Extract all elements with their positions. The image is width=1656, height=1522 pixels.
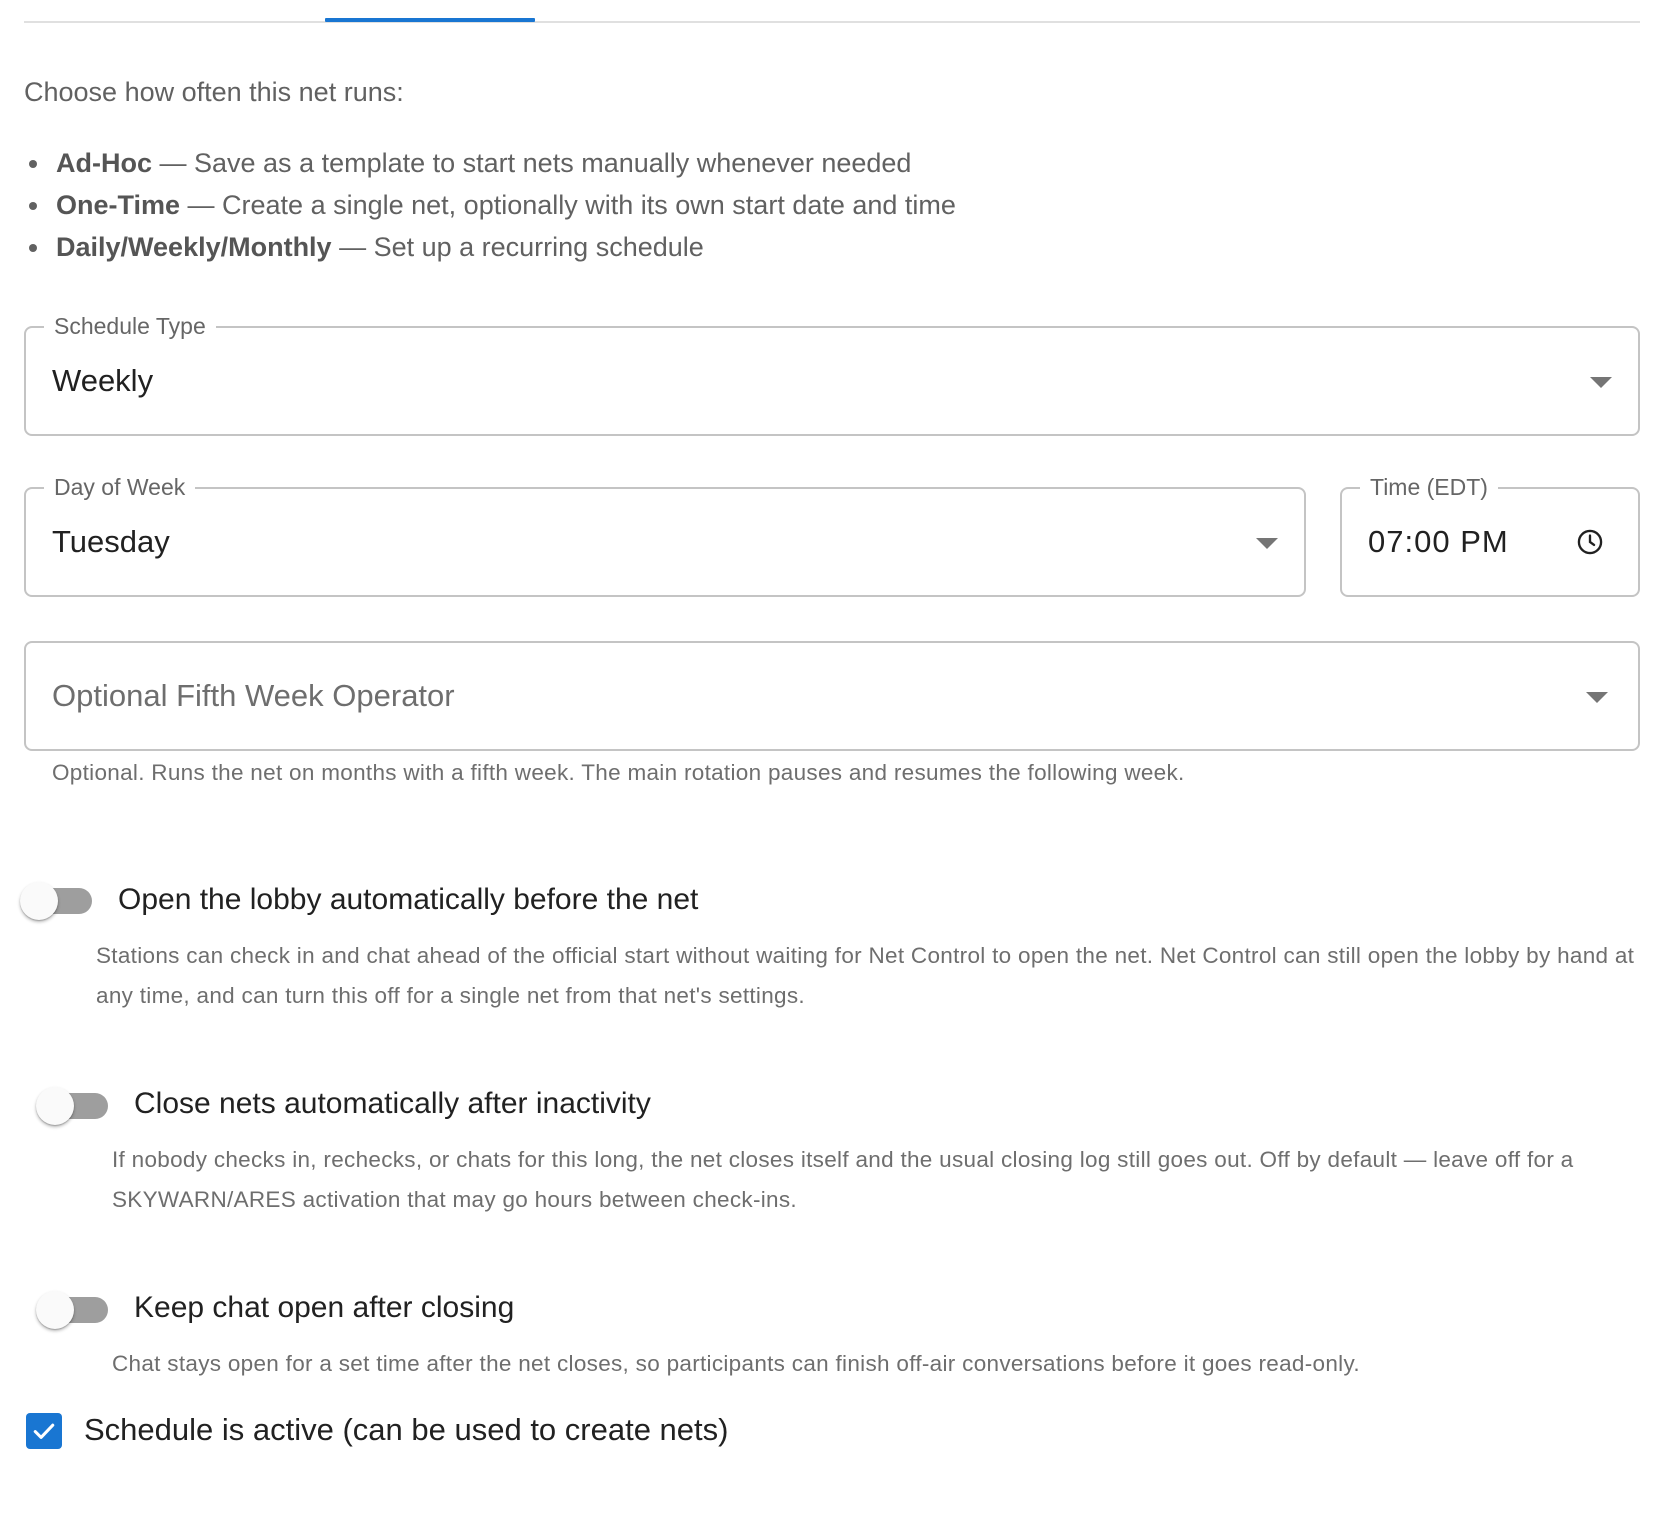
switch-thumb[interactable] (36, 1087, 74, 1125)
clock-icon[interactable] (1576, 528, 1604, 556)
auto-open-lobby-label: Open the lobby automatically before the … (118, 883, 699, 916)
fifth-week-operator-select[interactable]: Optional Fifth Week Operator (24, 641, 1640, 751)
day-of-week-select[interactable]: Day of Week Tuesday (24, 472, 1306, 597)
auto-open-lobby-switch[interactable] (20, 878, 96, 922)
option-name: Daily/Weekly/Monthly (56, 232, 332, 262)
option-description: — Save as a template to start nets manua… (152, 148, 912, 178)
schedule-type-value: Weekly (52, 363, 154, 398)
chevron-down-icon[interactable] (1586, 692, 1608, 703)
option-description: — Set up a recurring schedule (331, 232, 704, 262)
schedule-type-label: Schedule Type (44, 311, 216, 341)
tab-bar-divider (24, 21, 1640, 23)
auto-close-inactivity-switch[interactable] (36, 1083, 112, 1127)
switch-thumb[interactable] (20, 882, 58, 920)
option-description: — Create a single net, optionally with i… (180, 190, 956, 220)
time-value: 07:00 PM (1368, 524, 1509, 559)
schedule-active-checkbox[interactable] (26, 1413, 62, 1449)
option-name: Ad-Hoc (56, 148, 152, 178)
switch-thumb[interactable] (36, 1291, 74, 1329)
active-tab-indicator (325, 18, 535, 22)
auto-close-inactivity-description: If nobody checks in, rechecks, or chats … (112, 1147, 1574, 1212)
time-input[interactable]: Time (EDT) 07:00 PM (1340, 472, 1640, 597)
schedule-form: Choose how often this net runs: Ad-Hoc —… (0, 0, 1656, 1522)
schedule-options-list: Ad-Hoc — Save as a template to start net… (24, 142, 956, 268)
keep-chat-open-switch[interactable] (36, 1287, 112, 1331)
auto-close-inactivity-label: Close nets automatically after inactivit… (134, 1087, 651, 1120)
auto-open-lobby-description: Stations can check in and chat ahead of … (96, 943, 1635, 1008)
time-label: Time (EDT) (1360, 472, 1498, 502)
day-of-week-value: Tuesday (52, 524, 170, 559)
option-name: One-Time (56, 190, 181, 220)
chevron-down-icon[interactable] (1590, 377, 1612, 388)
list-item: One-Time — Create a single net, optional… (24, 184, 956, 226)
schedule-active-label: Schedule is active (can be used to creat… (84, 1412, 729, 1447)
intro-text: Choose how often this net runs: (24, 77, 404, 107)
schedule-type-select[interactable]: Schedule Type Weekly (24, 311, 1640, 436)
check-icon (33, 1423, 55, 1439)
keep-chat-open-label: Keep chat open after closing (134, 1291, 515, 1324)
fifth-week-operator-placeholder: Optional Fifth Week Operator (52, 678, 455, 713)
chevron-down-icon[interactable] (1256, 538, 1278, 549)
keep-chat-open-description: Chat stays open for a set time after the… (112, 1351, 1360, 1376)
list-item: Daily/Weekly/Monthly — Set up a recurrin… (24, 226, 956, 268)
fifth-week-helper-text: Optional. Runs the net on months with a … (52, 760, 1185, 785)
list-item: Ad-Hoc — Save as a template to start net… (24, 142, 956, 184)
day-of-week-label: Day of Week (44, 472, 196, 502)
